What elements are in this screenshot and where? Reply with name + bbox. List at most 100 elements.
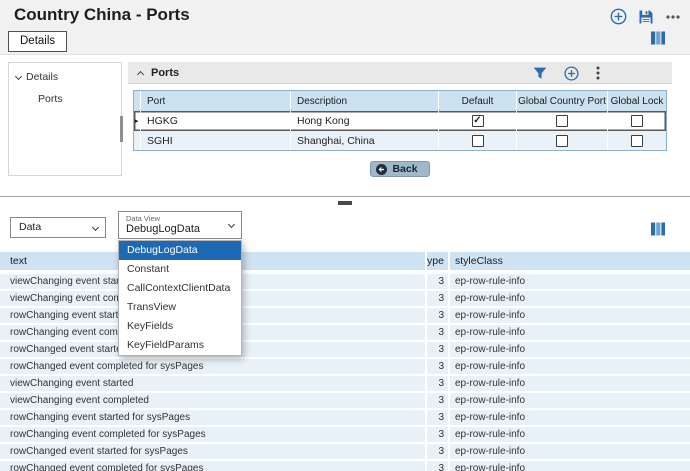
column-header-default[interactable]: Default: [439, 91, 517, 111]
log-column-header-styleclass[interactable]: styleClass: [448, 252, 690, 270]
global-lock-cell: [608, 131, 666, 150]
selected-row-marker: ▸: [134, 111, 141, 131]
back-row: Back: [128, 161, 672, 180]
column-header-port[interactable]: Port: [141, 91, 291, 111]
tree-item-label: Details: [26, 71, 58, 83]
global-country-port-checkbox[interactable]: [556, 135, 568, 147]
data-view-option[interactable]: KeyFieldParams: [119, 336, 241, 355]
log-type-cell: 3: [425, 325, 448, 340]
data-view-label: Data View: [126, 214, 160, 223]
section-divider: [0, 196, 690, 197]
collapse-chevron-icon[interactable]: [137, 70, 144, 77]
log-row[interactable]: viewChanging event started3ep-row-rule-i…: [0, 274, 690, 289]
log-row[interactable]: rowChanging event started for sysPages3e…: [0, 308, 690, 323]
default-checkbox[interactable]: ✓: [472, 115, 484, 127]
description-cell: Shanghai, China: [291, 131, 439, 150]
log-type-cell: 3: [425, 461, 448, 471]
log-text-cell: rowChanging event completed for sysPages: [0, 427, 425, 442]
data-view-option[interactable]: CallContextClientData: [119, 279, 241, 298]
splitter-handle[interactable]: [120, 116, 123, 142]
marker-column: [134, 91, 141, 111]
add-icon[interactable]: [564, 66, 579, 81]
log-styleclass-cell: ep-row-rule-info: [448, 274, 690, 289]
data-view-option[interactable]: DebugLogData: [119, 241, 241, 260]
log-type-cell: 3: [425, 410, 448, 425]
ports-table-header: Port Description Default Global Country …: [134, 91, 666, 111]
log-row[interactable]: rowChanged event completed for sysPages3…: [0, 359, 690, 374]
tree-item-ports[interactable]: Ports: [9, 83, 121, 105]
log-row[interactable]: rowChanged event started for sysPages3ep…: [0, 342, 690, 357]
log-row[interactable]: rowChanged event completed for sysPages3…: [0, 461, 690, 471]
log-styleclass-cell: ep-row-rule-info: [448, 393, 690, 408]
tab-details[interactable]: Details: [8, 31, 67, 52]
log-row[interactable]: viewChanging event started3ep-row-rule-i…: [0, 376, 690, 391]
tree-item-details[interactable]: Details: [9, 63, 121, 83]
log-row[interactable]: viewChanging event completed3ep-row-rule…: [0, 393, 690, 408]
add-circle-icon[interactable]: [610, 8, 627, 25]
data-view-dropdown: DebugLogDataConstantCallContextClientDat…: [118, 240, 242, 356]
log-row[interactable]: rowChanged event started for sysPages3ep…: [0, 444, 690, 459]
data-select[interactable]: Data: [10, 217, 106, 238]
default-cell: ✓: [439, 111, 517, 131]
back-button[interactable]: Back: [370, 161, 429, 177]
more-options-icon[interactable]: [665, 9, 681, 25]
log-type-cell: 3: [425, 291, 448, 306]
global-lock-cell: [608, 111, 666, 131]
data-view-option[interactable]: KeyFields: [119, 317, 241, 336]
ports-table-row[interactable]: SGHIShanghai, China: [134, 131, 666, 150]
column-header-global-country-port[interactable]: Global Country Port: [517, 91, 608, 111]
log-text-cell: rowChanged event completed for sysPages: [0, 359, 425, 374]
global-lock-checkbox[interactable]: [631, 115, 643, 127]
page-header: Country China - Ports Details: [0, 0, 690, 55]
ports-table-row[interactable]: ▸HGKGHong Kong ✓: [134, 111, 666, 131]
log-row[interactable]: rowChanging event started for sysPages3e…: [0, 410, 690, 425]
log-type-cell: 3: [425, 444, 448, 459]
log-text-cell: rowChanged event started for sysPages: [0, 444, 425, 459]
column-header-global-lock[interactable]: Global Lock: [608, 91, 666, 111]
data-view-value: DebugLogData: [126, 223, 200, 235]
default-cell: [439, 131, 517, 150]
details-tree: Details Ports: [8, 62, 122, 176]
log-row[interactable]: rowChanging event completed for sysPages…: [0, 427, 690, 442]
data-select-value: Data: [19, 221, 41, 233]
log-styleclass-cell: ep-row-rule-info: [448, 461, 690, 471]
chevron-down-icon: [228, 221, 235, 228]
save-icon[interactable]: [638, 9, 654, 25]
port-cell: HGKG: [141, 111, 291, 131]
log-column-header-type[interactable]: type: [425, 252, 448, 270]
tree-item-label: Ports: [38, 93, 63, 105]
log-row[interactable]: rowChanging event completed for sysPages…: [0, 325, 690, 340]
data-view-option[interactable]: Constant: [119, 260, 241, 279]
log-type-cell: 3: [425, 393, 448, 408]
log-styleclass-cell: ep-row-rule-info: [448, 291, 690, 306]
log-text-cell: rowChanging event started for sysPages: [0, 410, 425, 425]
data-view-option[interactable]: TransView: [119, 298, 241, 317]
column-header-description[interactable]: Description: [291, 91, 439, 111]
global-country-port-checkbox[interactable]: [556, 115, 568, 127]
log-styleclass-cell: ep-row-rule-info: [448, 359, 690, 374]
selected-row-marker: [134, 131, 141, 150]
log-styleclass-cell: ep-row-rule-info: [448, 427, 690, 442]
log-styleclass-cell: ep-row-rule-info: [448, 410, 690, 425]
divider-grip[interactable]: [338, 201, 352, 205]
kebab-menu-icon[interactable]: [596, 65, 600, 81]
data-view-select[interactable]: Data View DebugLogData: [118, 211, 242, 239]
header-actions: [610, 8, 681, 25]
log-text-cell: rowChanged event completed for sysPages: [0, 461, 425, 471]
global-lock-checkbox[interactable]: [631, 135, 643, 147]
log-view-icon[interactable]: [650, 30, 666, 46]
columns-icon[interactable]: [650, 221, 666, 237]
description-cell: Hong Kong: [291, 111, 439, 131]
log-type-cell: 3: [425, 342, 448, 357]
filter-icon[interactable]: [533, 66, 547, 80]
chevron-down-icon: [15, 72, 22, 79]
log-row[interactable]: viewChanging event completed3ep-row-rule…: [0, 291, 690, 306]
back-button-label: Back: [392, 163, 417, 175]
log-type-cell: 3: [425, 308, 448, 323]
log-type-cell: 3: [425, 359, 448, 374]
ports-panel-actions: [533, 62, 600, 84]
global-country-port-cell: [517, 131, 608, 150]
default-checkbox[interactable]: [472, 135, 484, 147]
ports-table-body: ▸HGKGHong Kong ✓ SGHIShanghai, China: [134, 111, 666, 150]
ports-panel: Ports Port Description Default Global Co: [128, 62, 672, 180]
